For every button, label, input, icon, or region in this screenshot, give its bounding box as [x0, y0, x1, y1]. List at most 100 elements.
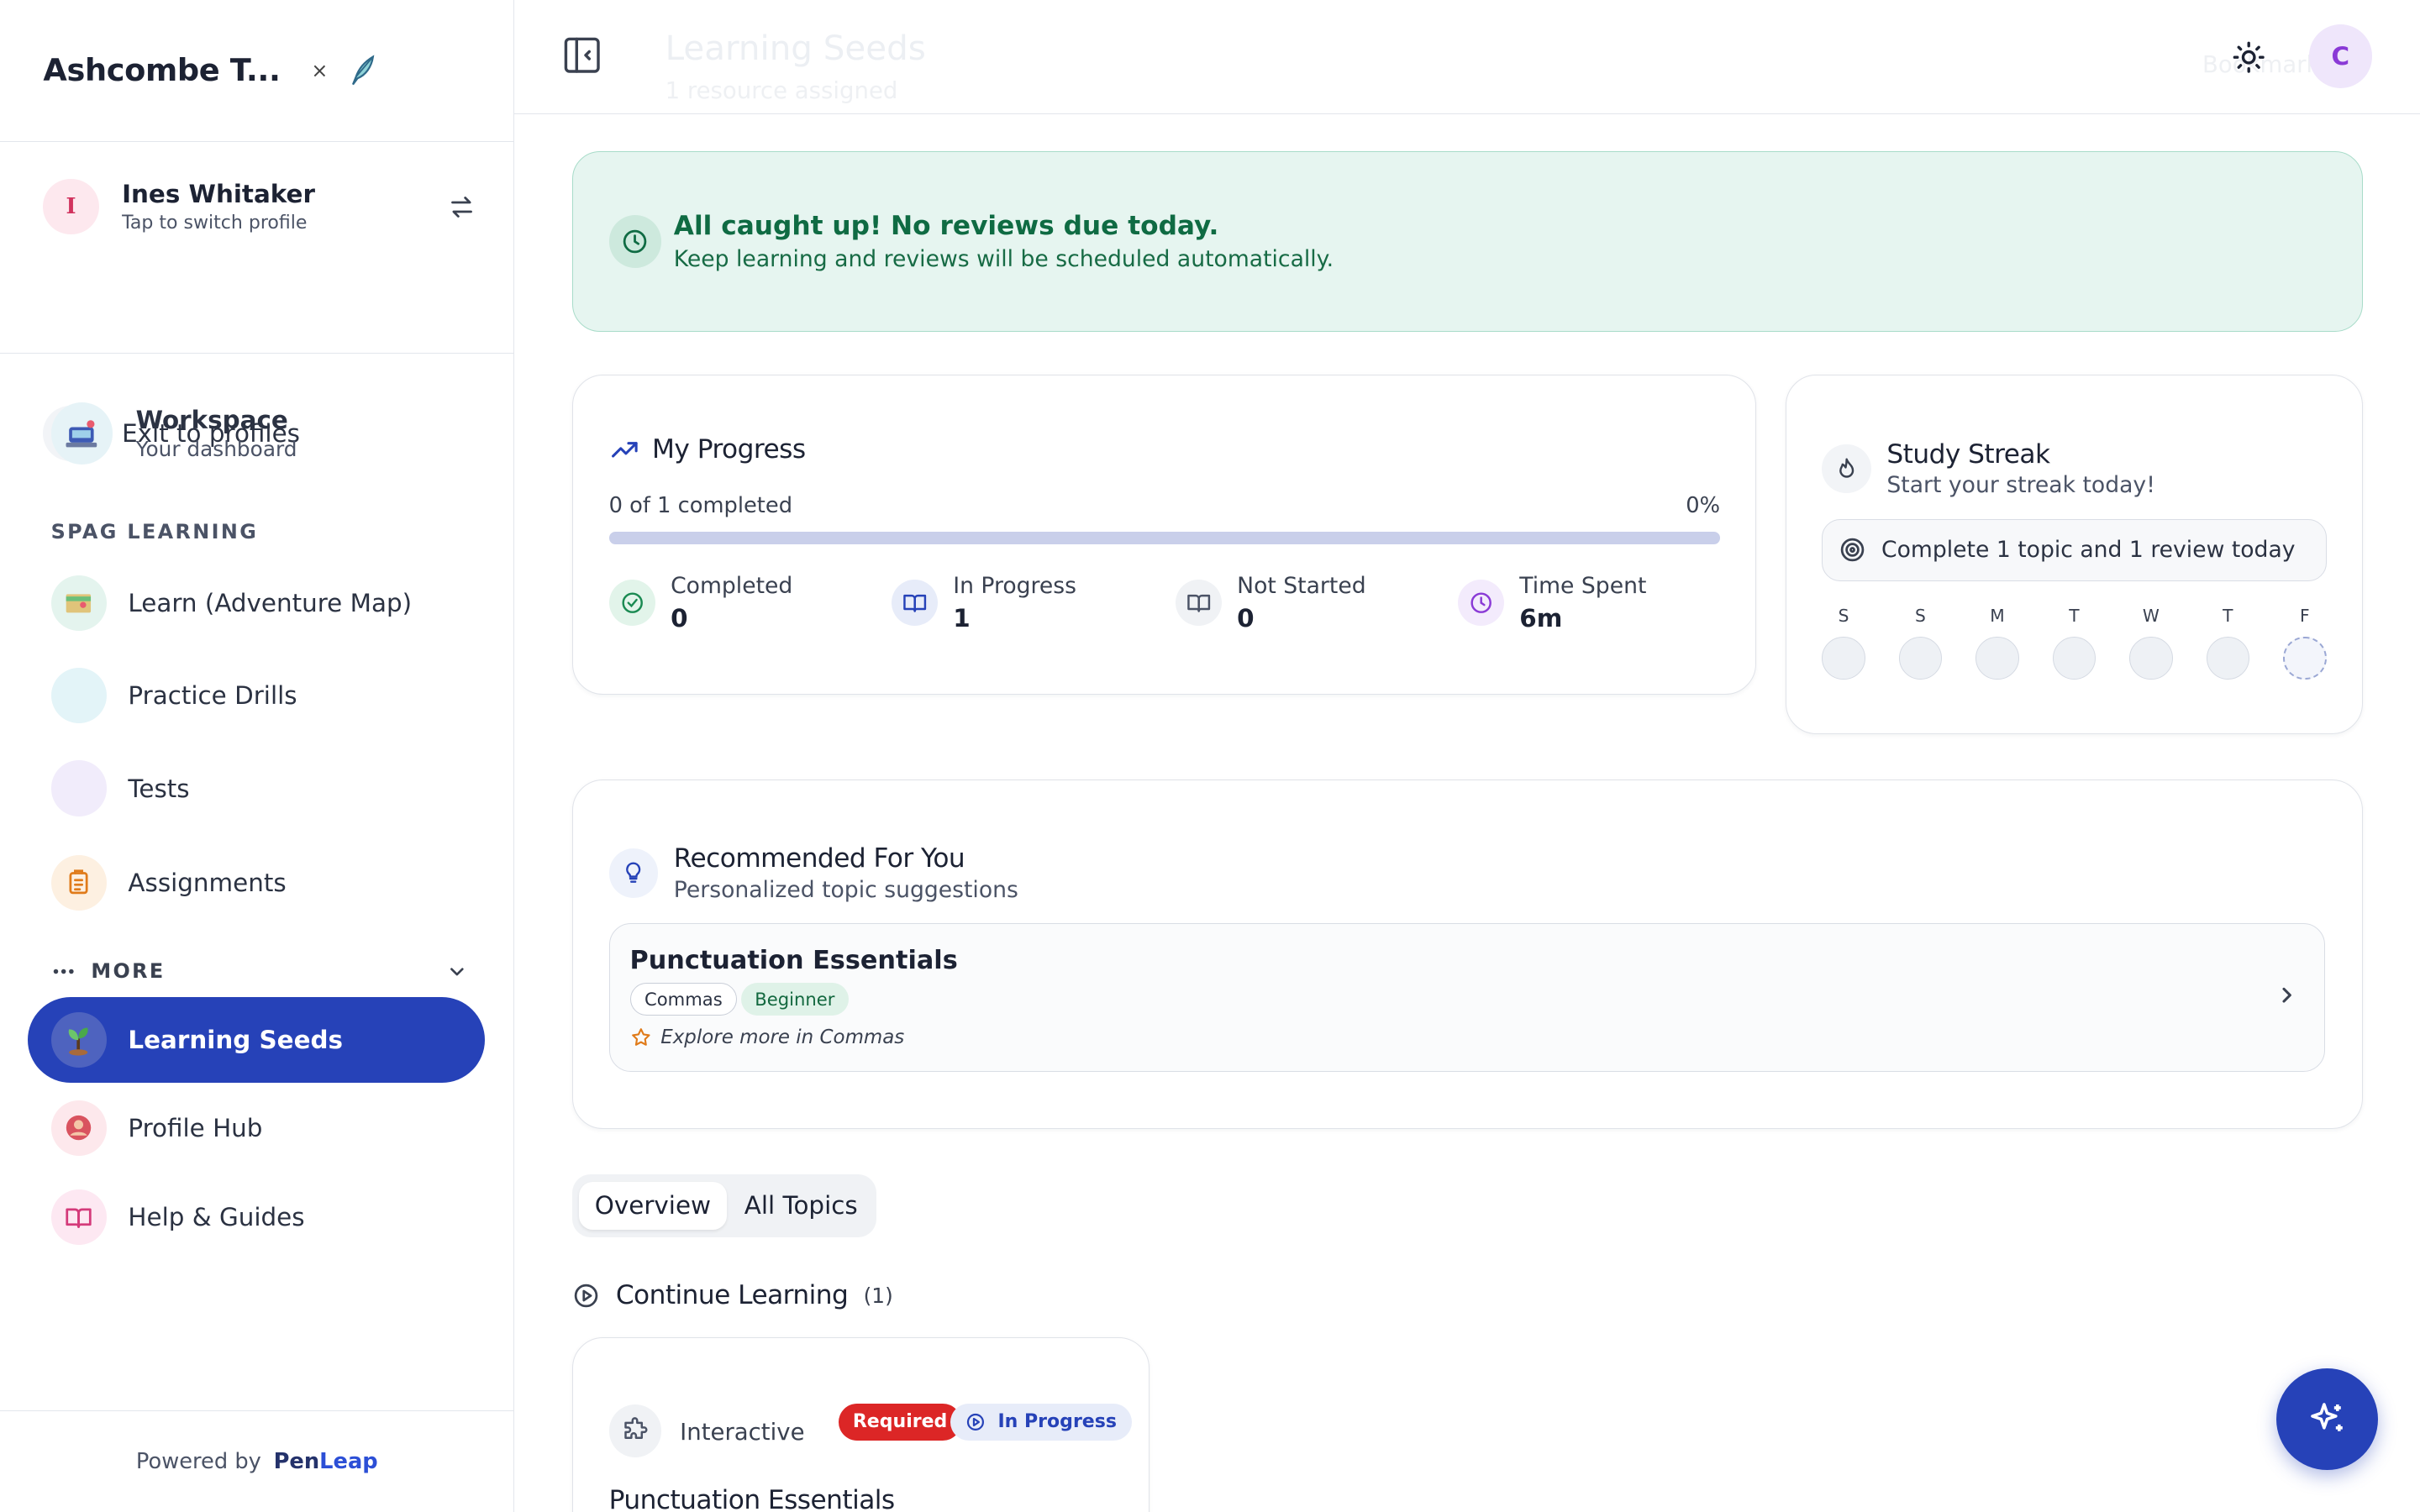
day-circle [1975, 636, 2019, 680]
section-label: SPAG LEARNING [50, 519, 259, 543]
sidebar-item-tests[interactable]: Tests [50, 760, 190, 816]
continue-learning-card[interactable]: Interactive Required In Progress Punctua… [572, 1337, 1150, 1512]
stat-completed: Completed 0 [608, 573, 793, 633]
chevron-down-icon [446, 961, 468, 983]
streak-day: S [1822, 606, 1865, 680]
sidebar-item-workspace[interactable]: Workspace Your dashboard [50, 402, 297, 465]
streak-day: F [2283, 606, 2327, 680]
streak-day: M [1975, 605, 2019, 680]
ellipsis-icon [51, 967, 76, 976]
quill-icon [344, 52, 381, 89]
day-circle [2283, 636, 2327, 680]
play-circle-icon [966, 1413, 984, 1431]
target-icon [1840, 538, 1864, 562]
sidebar-item-profile-hub[interactable]: Profile Hub [50, 1100, 263, 1156]
sidebar-item-assignments[interactable]: Assignments [50, 854, 287, 911]
sidebar-item-learning-seeds[interactable]: Learning Seeds [28, 996, 485, 1084]
explore-more: Explore more in Commas [630, 1026, 905, 1048]
topbar: Learning Seeds 1 resource assigned Bookm… [513, 0, 2420, 114]
view-tabs: Overview All Topics [572, 1173, 877, 1238]
streak-day: S [1898, 605, 1943, 680]
day-label: T [2223, 605, 2233, 626]
more-label: MORE [91, 959, 166, 984]
sun-icon[interactable] [2232, 40, 2265, 74]
continue-learning-header: Continue Learning (1) [572, 1280, 893, 1311]
sidebar-item-label: Profile Hub [128, 1113, 263, 1142]
ai-assistant-button[interactable] [2276, 1368, 2379, 1471]
sidebar-item-practice-drills[interactable]: Practice Drills [50, 668, 297, 724]
tab-overview[interactable]: Overview [578, 1181, 728, 1230]
puzzle-icon [608, 1404, 662, 1457]
profile-icon [50, 1100, 107, 1156]
sidebar-item-label: Help & Guides [128, 1203, 305, 1232]
map-icon [50, 575, 107, 632]
flame-icon [1822, 444, 1872, 494]
day-circle [1898, 636, 1943, 680]
workspace-subtitle: Your dashboard [135, 437, 297, 462]
resource-name: Punctuation Essentials [608, 1484, 896, 1512]
resource-type: Interactive [680, 1418, 805, 1446]
day-circle [2206, 636, 2250, 680]
sidebar-item-help-guides[interactable]: Help & Guides [50, 1189, 305, 1246]
streak-subtitle: Start your streak today! [1886, 472, 2155, 499]
sidebar-item-label: Tests [128, 774, 190, 803]
sidebar-item-label: Assignments [128, 868, 287, 897]
progress-header: My Progress [609, 434, 806, 465]
stat-label: In Progress [953, 573, 1077, 600]
recommended-topic[interactable]: Punctuation Essentials Commas Beginner E… [608, 923, 2326, 1072]
workspace-title: Workspace [135, 405, 288, 434]
powered-by-prefix: Powered by [135, 1448, 261, 1474]
recommended-title: Recommended For You [673, 843, 965, 874]
stat-value: 0 [1237, 603, 1255, 633]
brand-title: Ashcombe T... [43, 52, 281, 89]
progress-title: My Progress [652, 434, 806, 465]
clock-icon [1457, 579, 1504, 626]
status-label: In Progress [997, 1411, 1117, 1433]
percent-text: 0% [1686, 492, 1721, 518]
sidebar-item-label: Learning Seeds [128, 1025, 344, 1054]
tag-level: Beginner [740, 983, 849, 1016]
topic-title: Punctuation Essentials [629, 946, 958, 976]
daily-goal-text: Complete 1 topic and 1 review today [1881, 537, 2296, 564]
day-label: T [2069, 605, 2080, 626]
banner-title: All caught up! No reviews due today. [673, 210, 1219, 241]
profile-section: I Ines Whitaker Tap to switch profile Ex… [0, 142, 513, 462]
swap-icon[interactable] [448, 193, 476, 221]
sidebar-item-label: Practice Drills [128, 681, 297, 711]
progress-summary: 0 of 1 completed 0% [609, 493, 1720, 518]
stat-not-started: Not Started 0 [1175, 573, 1366, 633]
star-icon [631, 1027, 650, 1046]
streak-day: T [2206, 605, 2250, 680]
required-badge: Required [839, 1403, 961, 1441]
close-icon[interactable]: × [311, 59, 328, 82]
banner-subtitle: Keep learning and reviews will be schedu… [673, 246, 1334, 273]
stat-in-progress: In Progress 1 [891, 573, 1077, 633]
switch-profile-button[interactable]: I Ines Whitaker Tap to switch profile [43, 179, 476, 235]
my-progress-card: My Progress 0 of 1 completed 0% Complete… [572, 375, 1757, 695]
test-icon [50, 760, 107, 816]
day-label: S [1915, 605, 1926, 626]
sidebar-item-learn[interactable]: Learn (Adventure Map) [50, 575, 413, 632]
streak-title: Study Streak [1886, 438, 2050, 470]
day-label: M [1990, 605, 2005, 626]
sidebar-collapse-button[interactable] [560, 34, 603, 76]
powered-by-brand[interactable]: PenLeap [274, 1449, 378, 1474]
stat-time-spent: Time Spent 6m [1457, 573, 1646, 633]
day-circle [2052, 636, 2096, 680]
avatar: I [43, 179, 99, 235]
day-circle [2129, 636, 2173, 680]
tab-all-topics[interactable]: All Topics [733, 1182, 869, 1230]
day-label: S [1838, 605, 1849, 626]
stat-value: 0 [671, 603, 688, 633]
book-icon [50, 1189, 107, 1246]
more-toggle[interactable]: MORE [51, 959, 468, 983]
explore-text: Explore more in Commas [660, 1026, 905, 1048]
user-avatar[interactable]: C [2308, 24, 2372, 88]
brand-part-b: Leap [319, 1448, 378, 1474]
stat-value: 1 [953, 603, 971, 633]
stat-label: Completed [671, 573, 793, 600]
sidebar-item-label: Learn (Adventure Map) [128, 589, 413, 618]
streak-day: W [2129, 606, 2173, 680]
continue-learning-title: Continue Learning [615, 1280, 849, 1311]
check-circle-icon [608, 579, 655, 626]
